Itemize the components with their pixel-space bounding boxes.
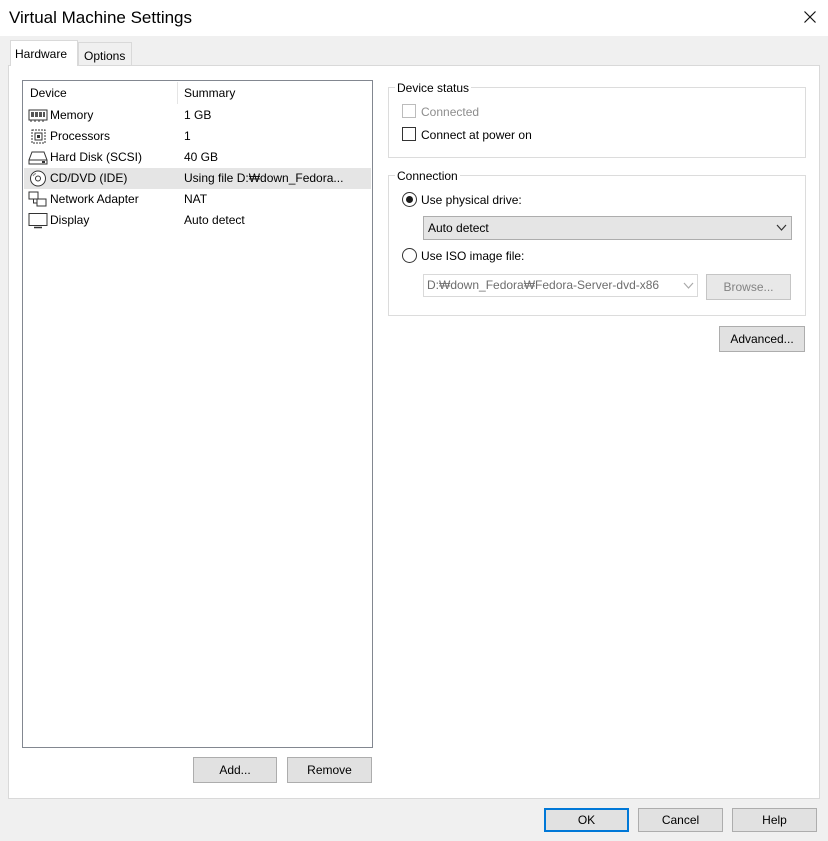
device-name: Network Adapter bbox=[50, 192, 139, 206]
device-row-cd-dvd[interactable]: CD/DVD (IDE) Using file D:₩down_Fedora..… bbox=[24, 168, 371, 189]
chevron-down-icon bbox=[776, 224, 787, 231]
memory-icon bbox=[28, 109, 48, 122]
browse-button[interactable]: Browse... bbox=[706, 274, 791, 300]
advanced-button[interactable]: Advanced... bbox=[719, 326, 805, 352]
use-iso-image-label: Use ISO image file: bbox=[421, 249, 525, 263]
device-name: Processors bbox=[50, 129, 111, 143]
connect-at-power-on-checkbox[interactable] bbox=[402, 127, 416, 141]
device-status-title: Device status bbox=[395, 81, 472, 95]
device-row-processors[interactable]: Processors 1 bbox=[24, 126, 371, 147]
device-status-group bbox=[388, 87, 806, 158]
device-row-display[interactable]: Display Auto detect bbox=[24, 210, 371, 231]
column-separator[interactable] bbox=[177, 82, 178, 104]
device-summary: 40 GB bbox=[184, 150, 219, 164]
device-name: Display bbox=[50, 213, 90, 227]
window-title: Virtual Machine Settings bbox=[9, 8, 193, 27]
processor-icon bbox=[31, 129, 46, 144]
use-iso-image-radio[interactable] bbox=[402, 248, 417, 263]
add-button[interactable]: Add... bbox=[193, 757, 277, 783]
device-summary: NAT bbox=[184, 192, 208, 206]
chevron-down-icon bbox=[683, 282, 694, 289]
device-row-memory[interactable]: Memory 1 GB bbox=[24, 105, 371, 126]
network-adapter-icon bbox=[28, 191, 47, 207]
hard-disk-icon bbox=[28, 151, 48, 165]
connection-title: Connection bbox=[395, 169, 460, 183]
physical-drive-select[interactable]: Auto detect bbox=[423, 216, 792, 240]
device-name: Hard Disk (SCSI) bbox=[50, 150, 143, 164]
physical-drive-value: Auto detect bbox=[428, 221, 489, 235]
device-row-hard-disk[interactable]: Hard Disk (SCSI) 40 GB bbox=[24, 147, 371, 168]
iso-path-value: D:₩down_Fedora₩Fedora-Server-dvd-x86 bbox=[427, 278, 660, 292]
cd-dvd-icon bbox=[30, 170, 46, 187]
cancel-button[interactable]: Cancel bbox=[638, 808, 723, 832]
connect-at-power-on-label: Connect at power on bbox=[421, 128, 532, 142]
device-summary: 1 GB bbox=[184, 108, 212, 122]
connected-label: Connected bbox=[421, 105, 480, 119]
device-summary: 1 bbox=[184, 129, 191, 143]
device-row-network-adapter[interactable]: Network Adapter NAT bbox=[24, 189, 371, 210]
device-summary: Auto detect bbox=[184, 213, 245, 227]
close-button[interactable] bbox=[792, 0, 828, 34]
summary-column-header[interactable]: Summary bbox=[184, 86, 235, 100]
display-icon bbox=[28, 213, 48, 229]
device-name: CD/DVD (IDE) bbox=[50, 171, 128, 185]
device-column-header[interactable]: Device bbox=[30, 86, 67, 100]
tab-hardware-label: Hardware bbox=[15, 46, 68, 61]
device-name: Memory bbox=[50, 108, 94, 122]
ok-button[interactable]: OK bbox=[544, 808, 629, 832]
use-physical-drive-label: Use physical drive: bbox=[421, 193, 522, 207]
connected-checkbox[interactable] bbox=[402, 104, 416, 118]
use-physical-drive-radio[interactable] bbox=[402, 192, 417, 207]
tab-hardware[interactable]: Hardware bbox=[10, 40, 78, 66]
close-icon bbox=[804, 11, 816, 23]
help-button[interactable]: Help bbox=[732, 808, 817, 832]
remove-button[interactable]: Remove bbox=[287, 757, 372, 783]
tab-options-label: Options bbox=[84, 48, 126, 63]
iso-path-input[interactable]: D:₩down_Fedora₩Fedora-Server-dvd-x86 bbox=[423, 274, 698, 297]
device-summary: Using file D:₩down_Fedora... bbox=[184, 171, 344, 185]
tab-options[interactable]: Options bbox=[78, 42, 132, 65]
